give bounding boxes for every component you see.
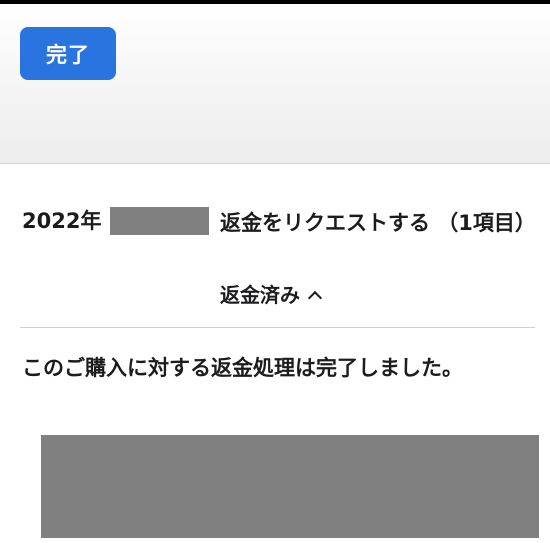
done-button[interactable]: 完了	[20, 27, 116, 80]
refund-status-label: 返金済み	[220, 283, 300, 307]
divider	[20, 327, 535, 328]
chevron-up-icon	[307, 290, 323, 306]
refund-status-toggle[interactable]: 返金済み	[220, 280, 323, 310]
redacted-date	[110, 207, 209, 235]
refund-request-row: 2022年 返金をリクエストする （1項目） 返金済み	[0, 164, 550, 327]
navigation-bar: 完了	[0, 4, 550, 164]
redacted-content	[41, 435, 539, 538]
order-date: 2022年	[22, 209, 102, 233]
refund-complete-message: このご購入に対する返金処理は完了しました。	[22, 356, 463, 380]
refund-request-title: 返金をリクエストする （1項目）	[220, 211, 536, 235]
